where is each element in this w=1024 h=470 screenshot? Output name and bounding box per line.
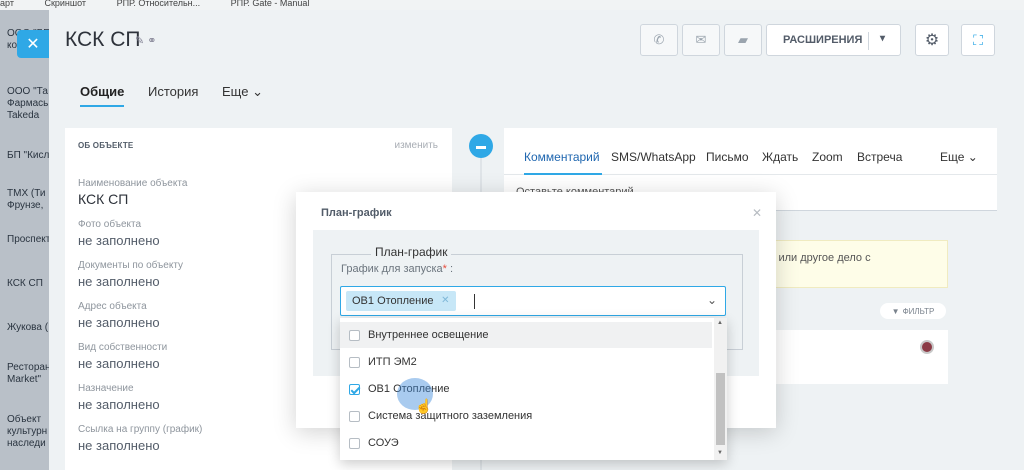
field-value: не заполнено — [78, 315, 160, 330]
chevron-down-icon[interactable]: ▾ — [880, 33, 885, 44]
list-item[interactable]: Проспект 19 — [7, 234, 55, 246]
chevron-down-icon[interactable]: ⌄ — [707, 293, 717, 307]
filter-icon: ▼ — [891, 306, 900, 316]
remove-chip-icon[interactable]: ✕ — [441, 291, 449, 311]
chat-icon: ▰ — [738, 32, 748, 47]
tab-wait[interactable]: Ждать — [762, 150, 798, 164]
extensions-label: РАСШИРЕНИЯ — [783, 34, 863, 46]
close-icon[interactable]: ✕ — [752, 206, 762, 220]
call-button[interactable]: ✆ — [640, 24, 678, 56]
option-label: Внутреннее освещение — [368, 329, 489, 341]
option-checkbox[interactable] — [349, 437, 360, 449]
field-label: Ссылка на группу (график) — [78, 424, 203, 435]
timeline-comment-dot: ▬ — [469, 134, 493, 158]
gear-icon: ⚙ — [924, 32, 940, 49]
bookmark-item[interactable]: РПР. Относительн... — [117, 0, 201, 8]
field-label: График для запуска* : — [341, 263, 454, 275]
bookmark-item[interactable]: Скриншот — [44, 0, 86, 8]
comment-icon: ▬ — [476, 140, 486, 152]
card-heading: ОБ ОБЪЕКТЕ — [78, 141, 134, 150]
background-entity-list: ООО "БЕ компани ООО "Та Фармаськ Takeda … — [0, 10, 55, 470]
field-value: не заполнено — [78, 274, 160, 289]
field-label-text: График для запуска — [341, 263, 443, 275]
list-item[interactable]: БП "Кислово — [7, 150, 55, 162]
filter-button[interactable]: ▼ ФИЛЬТР — [880, 303, 946, 319]
field-label: Адрес объекта — [78, 301, 147, 312]
option-label: Система защитного заземления — [368, 410, 533, 422]
tab-general[interactable]: Общие — [80, 84, 125, 107]
dropdown-option[interactable]: ОВ1 Отопление — [340, 376, 712, 402]
field-label: Документы по объекту — [78, 260, 184, 271]
tab-sms-whatsapp[interactable]: SMS/WhatsApp — [611, 150, 696, 164]
tab-history[interactable]: История — [148, 84, 198, 99]
bookmarks-bar: арт Скриншот РПР. Относительн... РПР. Ga… — [0, 0, 1024, 10]
dropdown-option[interactable]: СОУЭ — [340, 430, 712, 456]
bookmark-item[interactable]: РПР. Gate - Manual — [231, 0, 310, 8]
field-label: Фото объекта — [78, 219, 142, 230]
tab-letter[interactable]: Письмо — [706, 150, 749, 164]
active-tab-indicator — [524, 173, 602, 175]
email-button[interactable]: ✉ — [682, 24, 720, 56]
dropdown-option[interactable]: Система защитного заземления — [340, 403, 712, 429]
option-checkbox[interactable] — [349, 410, 360, 422]
tab-meeting[interactable]: Встреча — [857, 150, 902, 164]
filter-label: ФИЛЬТР — [902, 306, 935, 316]
option-checkbox[interactable] — [349, 383, 360, 395]
scrollbar-thumb[interactable] — [716, 373, 725, 445]
fullscreen-button[interactable]: ⛶ — [961, 24, 995, 56]
close-slider-button[interactable]: ✕ — [17, 30, 49, 58]
field-value: не заполнено — [78, 438, 160, 453]
list-item[interactable]: Жукова ( — [7, 322, 55, 334]
list-item[interactable]: ООО "Та Фармаськ Takeda — [7, 86, 55, 122]
avatar[interactable] — [920, 340, 934, 354]
envelope-icon: ✉ — [695, 32, 707, 47]
schedule-multiselect[interactable]: ОВ1 Отопление ✕ ⌄ — [340, 286, 726, 316]
field-label: Вид собственности — [78, 342, 168, 353]
expand-icon: ⛶ — [973, 31, 983, 48]
field-value: КСК СП — [78, 191, 129, 207]
option-label: СОУЭ — [368, 437, 399, 449]
close-icon: ✕ — [26, 36, 40, 53]
dropdown-option[interactable]: Внутреннее освещение — [340, 322, 712, 348]
field-value: не заполнено — [78, 356, 160, 371]
option-label: ИТП ЭМ2 — [368, 356, 417, 368]
field-label: Наименование объекта — [78, 178, 188, 189]
settings-button[interactable]: ⚙ — [915, 24, 949, 56]
list-item[interactable]: ТМХ (Ти Фрунзе, — [7, 188, 55, 212]
field-value: не заполнено — [78, 397, 160, 412]
pencil-icon[interactable]: ✎ — [135, 35, 144, 47]
edit-link[interactable]: изменить — [394, 140, 438, 151]
fieldset-legend: План-график — [371, 245, 452, 259]
list-item[interactable]: Объект культурн наследи — [7, 414, 55, 450]
extensions-button[interactable]: РАСШИРЕНИЯ ▾ — [766, 24, 901, 56]
scrollbar[interactable]: ▲ ▼ — [714, 318, 727, 460]
link-icon[interactable]: ⚭ — [147, 35, 156, 47]
selected-chip[interactable]: ОВ1 Отопление ✕ — [346, 291, 456, 311]
required-marker: * — [442, 263, 447, 275]
divider — [868, 32, 869, 50]
hand-cursor-icon: ☝ — [415, 398, 433, 414]
title-edit-icons[interactable]: ✎ ⚭ — [135, 34, 157, 47]
option-checkbox[interactable] — [349, 356, 360, 368]
tab-zoom[interactable]: Zoom — [812, 150, 843, 164]
text-cursor — [474, 294, 475, 309]
tab-more[interactable]: Еще ⌄ — [222, 84, 263, 100]
scroll-down-icon[interactable]: ▼ — [717, 450, 723, 456]
page-title: КСК СП — [65, 28, 141, 51]
dropdown-option[interactable]: ИТП ЭМ2 — [340, 349, 712, 375]
chip-label: ОВ1 Отопление — [352, 295, 434, 307]
chat-button[interactable]: ▰ — [724, 24, 762, 56]
list-item[interactable]: Ресторан Market" — [7, 362, 55, 386]
list-item[interactable]: КСК СП — [7, 278, 55, 290]
field-value: не заполнено — [78, 233, 160, 248]
dialog-title: План-график — [321, 207, 392, 219]
phone-icon: ✆ — [653, 32, 665, 47]
bookmark-item[interactable]: арт — [0, 0, 14, 8]
field-label: Назначение — [78, 383, 134, 394]
timeline-more-tab[interactable]: Еще ⌄ — [940, 150, 978, 164]
option-checkbox[interactable] — [349, 329, 360, 341]
scroll-up-icon[interactable]: ▲ — [717, 320, 723, 326]
tab-comment[interactable]: Комментарий — [524, 150, 600, 164]
